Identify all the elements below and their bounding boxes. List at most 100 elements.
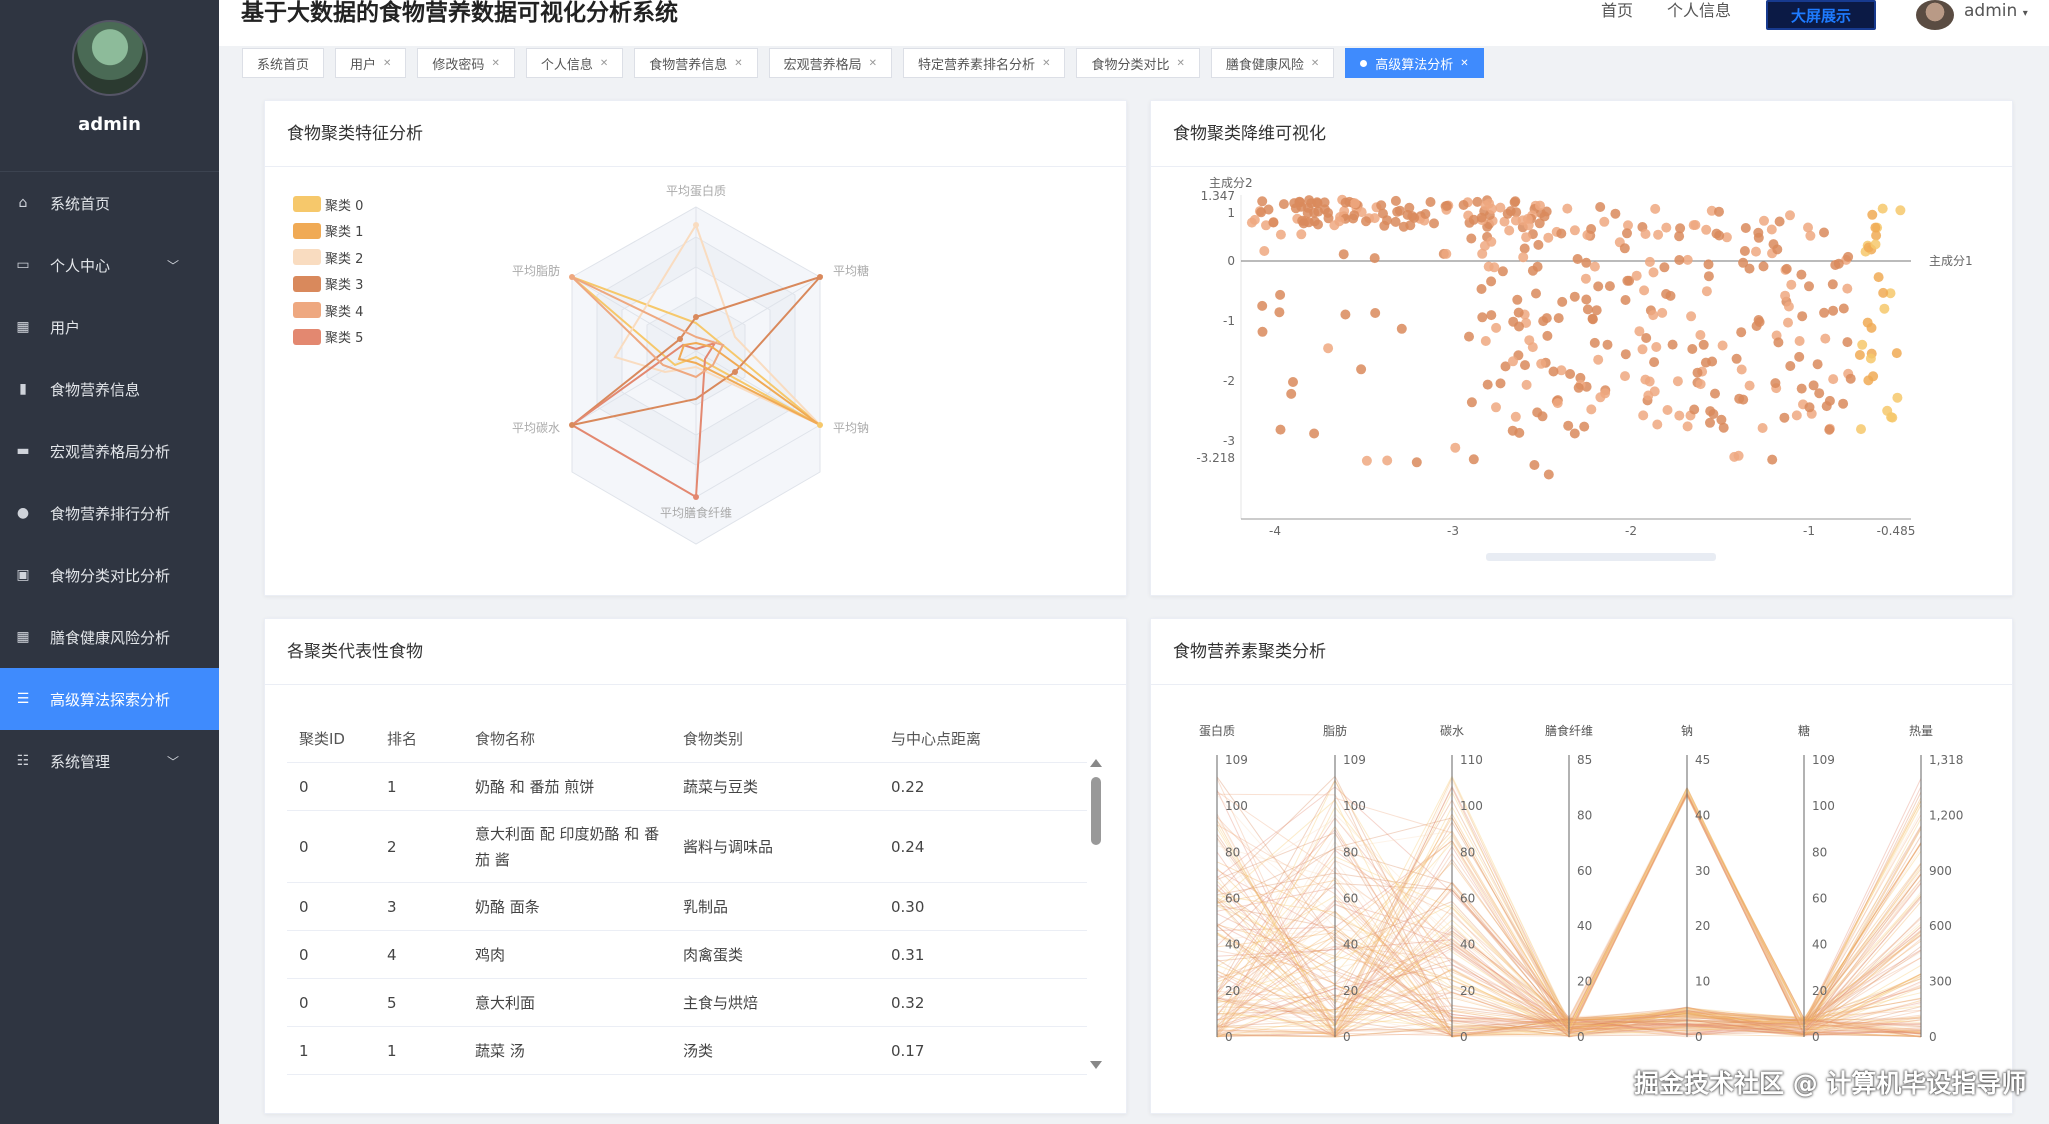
scatter-point: [1786, 279, 1797, 290]
scatter-point: [1257, 326, 1268, 337]
big-screen-button[interactable]: 大屏展示: [1766, 0, 1876, 30]
column-header[interactable]: 聚类ID: [287, 728, 375, 749]
scatter-ytick: 0: [1227, 254, 1235, 268]
nav-profile-link[interactable]: 个人信息: [1667, 0, 1731, 22]
parallel-tick-label: 60: [1225, 892, 1240, 906]
table-row[interactable]: 0 3 奶酪 面条 乳制品 0.30: [287, 883, 1087, 931]
scatter-point: [1783, 301, 1794, 312]
table-row[interactable]: 0 4 鸡肉 肉禽蛋类 0.31: [287, 931, 1087, 979]
close-icon[interactable]: ✕: [734, 58, 742, 69]
sidebar-item-ranking[interactable]: ● 食物营养排行分析: [0, 482, 219, 544]
parallel-axis-name: 热量: [1909, 724, 1933, 738]
scatter-point: [1804, 281, 1814, 292]
sidebar-item-advanced[interactable]: ☰ 高级算法探索分析: [0, 668, 219, 730]
tab-advanced[interactable]: 高级算法分析 ✕: [1345, 48, 1484, 78]
table-header: 聚类ID 排名 食物名称 食物类别 与中心点距离: [287, 715, 1087, 763]
scatter-point: [1766, 224, 1777, 235]
cell: 酱料与调味品: [683, 838, 774, 856]
sidebar-item-personal[interactable]: ▭ 个人中心 ﹀: [0, 234, 219, 296]
parallel-tick-label: 0: [1695, 1030, 1703, 1044]
tab-home[interactable]: 系统首页: [242, 48, 325, 78]
parallel-tick-label: 40: [1343, 938, 1358, 952]
scroll-thumb[interactable]: [1091, 777, 1101, 845]
scatter-ytick: -2: [1223, 374, 1235, 388]
sidebar-item-label: 食物营养排行分析: [50, 504, 171, 523]
scatter-point: [1361, 455, 1372, 466]
cell: 0: [299, 993, 309, 1012]
scatter-point: [1514, 427, 1525, 438]
avatar[interactable]: [71, 20, 148, 96]
scatter-point: [1491, 322, 1502, 333]
sidebar-item-home[interactable]: ⌂ 系统首页: [0, 172, 219, 234]
parallel-chart[interactable]: 蛋白质109100806040200脂肪109100806040200碳水110…: [1151, 685, 2014, 1115]
cell: 意大利面: [475, 993, 536, 1012]
tab-category[interactable]: 食物分类对比 ✕: [1076, 48, 1200, 78]
tab-risk[interactable]: 膳食健康风险 ✕: [1210, 48, 1335, 78]
sidebar-item-system[interactable]: ☷ 系统管理 ﹀: [0, 730, 219, 792]
tab-password[interactable]: 修改密码 ✕: [417, 48, 515, 78]
scatter-point: [1489, 262, 1500, 273]
scatter-point: [1450, 442, 1461, 453]
close-icon[interactable]: ✕: [1460, 58, 1468, 69]
sidebar-item-users[interactable]: ▦ 用户: [0, 296, 219, 358]
close-icon[interactable]: ✕: [491, 58, 499, 69]
sidebar-item-macro[interactable]: ▬ 宏观营养格局分析: [0, 420, 219, 482]
nav-home-link[interactable]: 首页: [1601, 0, 1633, 22]
tab-label: 高级算法分析: [1375, 57, 1454, 73]
scatter-point: [1595, 392, 1606, 403]
radar-chart[interactable]: 平均蛋白质 平均糖 平均钠 平均膳食纤维 平均碳水 平均脂肪: [265, 167, 1128, 597]
scatter-point: [1602, 339, 1613, 350]
scatter-point: [1804, 402, 1815, 413]
tab-food-info[interactable]: 食物营养信息 ✕: [634, 48, 758, 78]
scroll-down-icon[interactable]: [1090, 1061, 1102, 1069]
zoom-slider[interactable]: [1486, 553, 1716, 561]
scatter-xtick: -4: [1269, 524, 1281, 538]
tab-profile[interactable]: 个人信息 ✕: [525, 48, 624, 78]
sidebar-item-category[interactable]: ▣ 食物分类对比分析: [0, 544, 219, 606]
tab-users[interactable]: 用户 ✕: [335, 48, 407, 78]
tab-ranking[interactable]: 特定营养素排名分析 ✕: [903, 48, 1066, 78]
scatter-point: [1640, 374, 1651, 385]
close-icon[interactable]: ✕: [1176, 58, 1184, 69]
scatter-point: [1695, 379, 1706, 390]
table-row[interactable]: 0 1 奶酪 和 番茄 煎饼 蔬菜与豆类 0.22: [287, 763, 1087, 811]
close-icon[interactable]: ✕: [1042, 58, 1050, 69]
user-menu[interactable]: admin ▾: [1964, 0, 2028, 25]
radar-panel: 食物聚类特征分析 聚类 0 聚类 1 聚类 2 聚类 3 聚类 4 聚类 5 平…: [264, 100, 1127, 596]
parallel-tick-label: 0: [1577, 1030, 1585, 1044]
parallel-tick-label: 20: [1577, 975, 1592, 989]
scroll-up-icon[interactable]: [1090, 759, 1102, 767]
scatter-point: [1700, 357, 1711, 368]
scatter-chart[interactable]: 主成分2 主成分1 1.347 1 0 -1 -2 -3 -3.218 -4 -…: [1151, 167, 2014, 597]
column-header[interactable]: 食物名称: [463, 726, 671, 752]
scatter-point: [1296, 229, 1307, 240]
sidebar-item-food-info[interactable]: ▮ 食物营养信息: [0, 358, 219, 420]
scatter-point: [1879, 303, 1890, 314]
parallel-tick-label: 20: [1695, 919, 1710, 933]
radar-indicator: 平均钠: [833, 420, 869, 435]
column-header[interactable]: 排名: [375, 728, 463, 749]
column-header[interactable]: 与中心点距离: [879, 728, 1079, 749]
scatter-point: [1569, 428, 1580, 439]
cell: 主食与烘焙: [683, 994, 759, 1012]
scatter-point: [1562, 203, 1573, 214]
table-scrollbar[interactable]: [1090, 759, 1102, 1069]
scatter-point: [1309, 428, 1320, 439]
table-row[interactable]: 0 2 意大利面 配 印度奶酪 和 番茄 酱 酱料与调味品 0.24: [287, 811, 1087, 883]
scatter-point: [1349, 198, 1360, 209]
close-icon[interactable]: ✕: [600, 58, 608, 69]
column-header[interactable]: 食物类别: [671, 728, 879, 749]
parallel-tick-label: 40: [1577, 919, 1592, 933]
close-icon[interactable]: ✕: [1311, 58, 1319, 69]
tab-macro[interactable]: 宏观营养格局 ✕: [768, 48, 893, 78]
scatter-point: [1871, 230, 1882, 241]
sidebar-item-risk[interactable]: ▦ 膳食健康风险分析: [0, 606, 219, 668]
scatter-point: [1736, 327, 1747, 338]
close-icon[interactable]: ✕: [383, 58, 391, 69]
scatter-point: [1458, 200, 1469, 210]
table-row[interactable]: 1 1 蔬菜 汤 汤类 0.17: [287, 1027, 1087, 1075]
avatar[interactable]: [1916, 0, 1954, 30]
table-row[interactable]: 0 5 意大利面 主食与烘焙 0.32: [287, 979, 1087, 1027]
scatter-point: [1572, 254, 1583, 264]
close-icon[interactable]: ✕: [869, 58, 877, 69]
